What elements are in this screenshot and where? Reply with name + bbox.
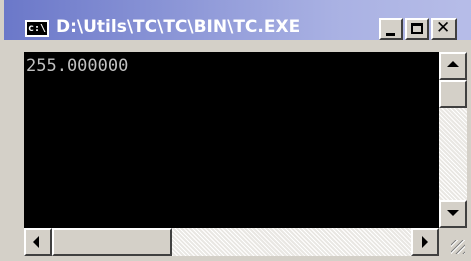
minimize-button[interactable] (379, 18, 403, 40)
window-title: D:\Utils\TC\TC\BIN\TC.EXE (56, 17, 301, 37)
console-output-text: 255.000000 (26, 56, 129, 76)
console-icon[interactable]: c:\ (25, 20, 49, 37)
scroll-up-button[interactable] (439, 52, 467, 80)
maximize-icon (411, 23, 423, 34)
scroll-left-button[interactable] (24, 228, 52, 256)
arrow-up-icon (447, 61, 459, 67)
scroll-right-button[interactable] (411, 228, 439, 256)
console-output-area[interactable]: 255.000000 (24, 52, 439, 228)
arrow-right-icon (422, 236, 428, 248)
console-window: c:\ D:\Utils\TC\TC\BIN\TC.EXE ✕ 255.0000… (0, 0, 471, 261)
vertical-scrollbar[interactable] (439, 52, 467, 242)
console-icon-text: c:\ (28, 23, 47, 34)
scroll-down-button[interactable] (439, 200, 467, 228)
resize-corner[interactable] (439, 228, 467, 256)
arrow-left-icon (33, 236, 39, 248)
close-button[interactable]: ✕ (431, 18, 457, 40)
vertical-scroll-thumb[interactable] (439, 80, 467, 108)
horizontal-scrollbar[interactable] (24, 228, 439, 256)
close-icon: ✕ (436, 18, 451, 38)
horizontal-scroll-thumb[interactable] (52, 228, 172, 256)
arrow-down-icon (447, 210, 459, 216)
title-bar[interactable]: c:\ D:\Utils\TC\TC\BIN\TC.EXE ✕ (4, 0, 471, 40)
minimize-icon (386, 33, 395, 36)
resize-grip-icon (451, 240, 465, 254)
maximize-button[interactable] (405, 18, 429, 40)
